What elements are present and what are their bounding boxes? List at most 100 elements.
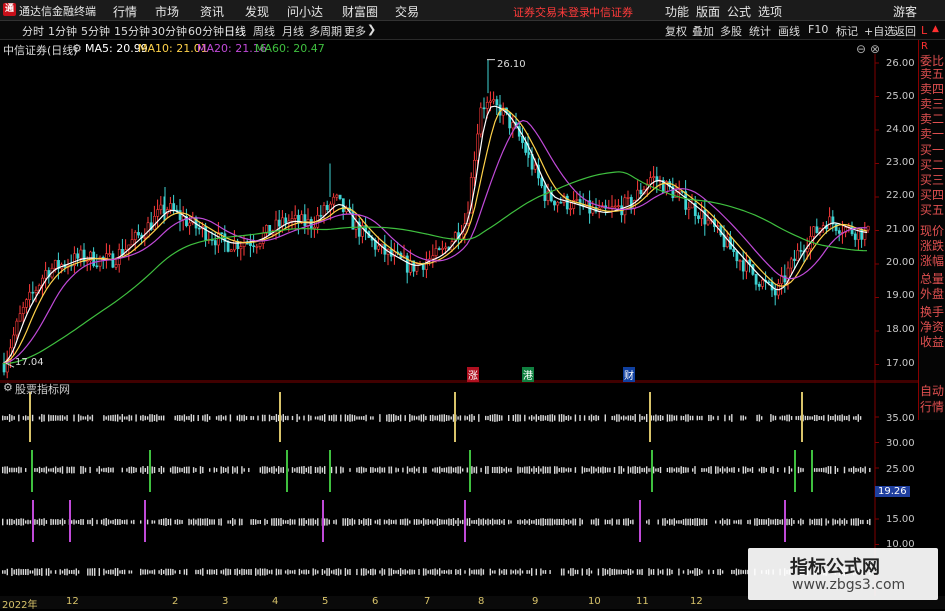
indicator-band-mark [641, 416, 643, 420]
menu-options[interactable]: 选项 [758, 3, 782, 20]
menu-trade[interactable]: 交易 [395, 3, 419, 20]
button-statistics[interactable]: 统计 [749, 23, 771, 39]
indicator-band-mark [133, 467, 135, 473]
menu-news[interactable]: 资讯 [200, 3, 224, 20]
indicator-band-mark [393, 520, 395, 524]
indicator-band-mark [846, 415, 848, 421]
indicator-band-mark [360, 416, 363, 420]
candle-body [169, 203, 172, 210]
button-draw-line[interactable]: 画线 [778, 23, 800, 39]
indicator-band-mark [857, 468, 859, 472]
indicator-band-mark [804, 415, 807, 421]
button-fuquan[interactable]: 复权 [665, 23, 687, 39]
button-f10[interactable]: F10 [808, 23, 828, 36]
menu-market[interactable]: 市场 [155, 3, 179, 20]
indicator-band-mark [436, 569, 439, 575]
indicator-band-mark [597, 518, 600, 526]
tab-30min[interactable]: 30分钟 [151, 23, 187, 39]
indicator-band-mark [307, 466, 310, 474]
indicator-band-mark [554, 415, 556, 421]
indicator-band-mark [441, 414, 443, 422]
indicator-band-mark [80, 519, 82, 525]
menu-formula[interactable]: 公式 [727, 3, 751, 20]
button-multi-stock[interactable]: 多股 [720, 23, 742, 39]
more-chevron-icon[interactable]: ❯ [367, 23, 376, 36]
indicator-band-mark [73, 519, 75, 525]
menu-layout[interactable]: 版面 [696, 3, 720, 20]
indicator-band-mark [662, 569, 664, 575]
indicator-band-mark [597, 466, 600, 474]
tab-1min[interactable]: 1分钟 [48, 23, 77, 39]
indicator-band-mark [381, 568, 383, 576]
indicator-band-mark [100, 468, 103, 472]
indicator-band-mark [181, 468, 183, 472]
indicator-band-mark [41, 467, 43, 473]
indicator-band-mark [163, 570, 165, 574]
tab-weekly[interactable]: 周线 [253, 23, 275, 39]
event-marker-finance[interactable]: 财 [623, 367, 635, 382]
tab-intraday[interactable]: 分时 [22, 23, 44, 39]
indicator-band-mark [657, 415, 659, 421]
indicator-band-mark [742, 570, 744, 574]
indicator-band-mark [337, 568, 340, 576]
auto-button[interactable]: 自动 [920, 384, 944, 399]
event-marker-hk[interactable]: 港 [522, 367, 534, 382]
indicator-band-mark [721, 466, 724, 474]
tab-60min[interactable]: 60分钟 [188, 23, 224, 39]
indicator-band-mark [471, 414, 473, 422]
indicator-band-mark [701, 519, 703, 525]
indicator-band-mark [724, 468, 726, 472]
indicator-band-mark [52, 467, 54, 473]
indicator-band-mark [135, 414, 137, 422]
tab-multi-period[interactable]: 多周期 [309, 23, 342, 39]
indicator-band-mark [510, 520, 512, 524]
tab-more[interactable]: 更多 [344, 23, 366, 39]
menu-quotes[interactable]: 行情 [113, 3, 137, 20]
guest-user[interactable]: 游客 [893, 3, 917, 20]
indicator-band-mark [36, 568, 38, 576]
indicator-band-mark [754, 518, 756, 526]
tab-monthly[interactable]: 月线 [282, 23, 304, 39]
indicator-tick: 30.00 [886, 438, 915, 449]
indicator-band-mark [390, 466, 393, 474]
candle-body [437, 248, 441, 250]
indicator-band-mark [503, 568, 505, 576]
tab-5min[interactable]: 5分钟 [81, 23, 110, 39]
button-back[interactable]: 返回 [894, 23, 916, 39]
expand-arrow-icon[interactable]: ▲ [932, 24, 939, 34]
menu-function[interactable]: 功能 [665, 3, 689, 20]
indicator-band-mark [455, 569, 457, 575]
event-marker-limit-up[interactable]: 涨 [467, 367, 479, 382]
indicator-band-mark [728, 468, 731, 472]
button-add-favorite[interactable]: +自选 [864, 23, 895, 39]
menu-wealth-circle[interactable]: 财富圈 [342, 3, 378, 20]
indicator-band-mark [494, 466, 496, 474]
indicator-band-mark [432, 569, 434, 575]
indicator-band-mark [606, 467, 609, 473]
indicator-band-mark [179, 467, 181, 473]
indicator-band-mark [514, 414, 517, 422]
indicator-band-mark [114, 568, 117, 576]
indicator-band-mark [204, 414, 206, 422]
indicator-band-mark [655, 468, 657, 472]
menu-discover[interactable]: 发现 [245, 3, 269, 20]
tab-daily[interactable]: 日线 [224, 23, 246, 39]
indicator-settings-icon[interactable]: ⚙ [3, 381, 13, 394]
indicator-band-mark [836, 520, 839, 524]
indicator-band-mark [156, 414, 158, 422]
candle-body [252, 245, 256, 247]
button-overlay[interactable]: 叠加 [692, 23, 714, 39]
indicator-band-mark [567, 415, 570, 421]
tab-15min[interactable]: 15分钟 [114, 23, 150, 39]
button-mark[interactable]: 标记 [836, 23, 858, 39]
price-tick: 21.00 [886, 224, 915, 235]
indicator-band-mark [374, 569, 376, 575]
indicator-band-mark [859, 416, 862, 420]
indicator-band-mark [174, 415, 176, 421]
indicator-band-mark [73, 569, 75, 575]
menu-wenxiaoda[interactable]: 问小达 [287, 3, 323, 20]
indicator-band-mark [547, 518, 549, 526]
quote-button[interactable]: 行情 [920, 400, 944, 415]
login-status[interactable]: 证券交易未登录 [513, 4, 590, 20]
candlestick-chart[interactable] [0, 54, 918, 382]
